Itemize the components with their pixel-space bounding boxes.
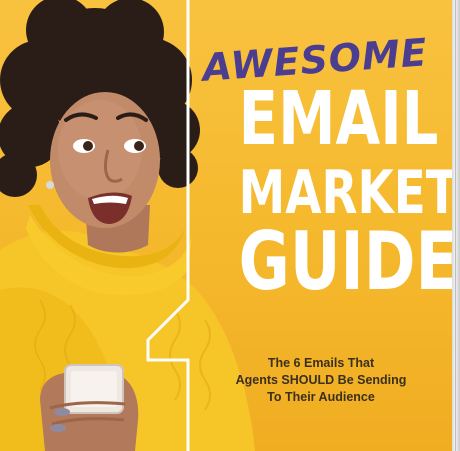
subtitle-line-1: The 6 Emails That <box>267 356 375 370</box>
cover-title-line-2: MARKETING <box>238 158 452 228</box>
subtitle-line-3: To Their Audience <box>267 390 375 404</box>
cover-subtitle: The 6 Emails That Agents SHOULD Be Sendi… <box>232 355 410 406</box>
ebook-cover-image: AWESOME EMAIL MARKETING GUIDE The 6 Emai… <box>0 0 460 451</box>
book-page-edge <box>452 0 460 451</box>
book-cover: AWESOME EMAIL MARKETING GUIDE The 6 Emai… <box>0 0 452 451</box>
cover-title-line-1: EMAIL <box>238 76 439 162</box>
cover-title-line-3: GUIDE <box>238 215 452 308</box>
subtitle-line-2: Agents SHOULD Be Sending <box>235 373 407 387</box>
